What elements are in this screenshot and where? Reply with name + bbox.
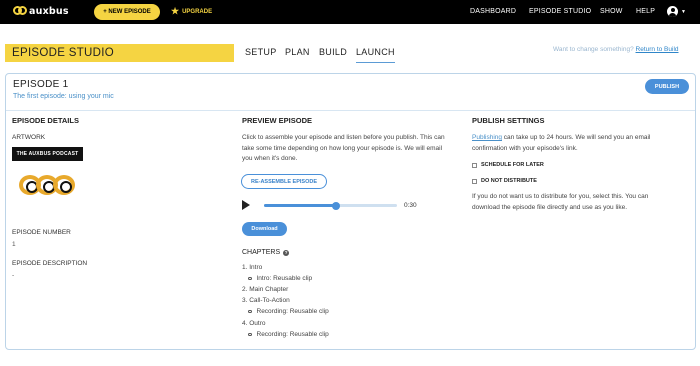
chapter-clip: Intro: Reusable clip xyxy=(248,275,312,282)
chapters-heading: CHAPTERS ? xyxy=(242,249,290,256)
chapter-item: 2. Main Chapter xyxy=(242,286,289,293)
checkbox-box[interactable] xyxy=(472,178,477,184)
play-icon[interactable] xyxy=(242,200,250,210)
preview-text-line: take some time depending on how long you… xyxy=(242,144,443,152)
chapter-clip-label: Recording: Reusable clip xyxy=(256,331,329,338)
episode-studio-title: EPISODE STUDIO xyxy=(5,44,234,62)
preview-text-line: you when it's done. xyxy=(242,155,298,162)
schedule-for-later-label: SCHEDULE FOR LATER xyxy=(481,162,544,168)
logo-rings-icon xyxy=(13,5,27,17)
publish-text-line: confirmation with your episode's link. xyxy=(472,144,578,152)
download-button[interactable]: Download xyxy=(242,222,287,236)
episode-title: EPISODE 1 xyxy=(13,79,69,90)
bullet-icon xyxy=(248,332,252,337)
return-to-build-link[interactable]: Return to Build xyxy=(636,46,679,53)
nav-help[interactable]: HELP xyxy=(636,8,655,15)
chapters-label: CHAPTERS xyxy=(242,249,281,256)
upgrade-link[interactable]: ★ UPGRADE xyxy=(171,7,212,16)
publish-settings-heading: PUBLISH SETTINGS xyxy=(472,116,545,125)
chapter-clip: Recording: Reusable clip xyxy=(248,308,329,315)
preview-text-line: Click to assemble your episode and liste… xyxy=(242,134,445,141)
tab-setup[interactable]: SETUP xyxy=(245,47,277,57)
auxbus-logo[interactable]: auxbus xyxy=(13,5,69,17)
upgrade-label: UPGRADE xyxy=(182,8,213,15)
tab-launch[interactable]: LAUNCH xyxy=(356,47,395,63)
distribute-note-line: If you do not want us to distribute for … xyxy=(472,193,649,200)
preview-episode-heading: PREVIEW EPISODE xyxy=(242,116,313,125)
episode-details-heading: EPISODE DETAILS xyxy=(12,116,79,125)
new-episode-button[interactable]: + NEW EPISODE xyxy=(94,4,160,20)
reassemble-episode-button[interactable]: RE-ASSEMBLE EPISODE xyxy=(241,174,327,189)
episode-description-label: EPISODE DESCRIPTION xyxy=(12,260,88,267)
chapter-clip-label: Recording: Reusable clip xyxy=(256,308,329,315)
episode-description-value: - xyxy=(12,272,15,279)
top-navigation-bar: auxbus + NEW EPISODE ★ UPGRADE DASHBOARD… xyxy=(0,0,700,24)
chapter-item: 3. Call-To-Action xyxy=(242,297,290,304)
tab-plan[interactable]: PLAN xyxy=(285,47,310,57)
artwork-title: THE AUXBUS PODCAST xyxy=(12,147,83,161)
chapter-clip: Recording: Reusable clip xyxy=(248,331,329,338)
audio-progress-fill xyxy=(264,204,336,207)
chapter-clip-label: Intro: Reusable clip xyxy=(256,275,313,282)
do-not-distribute-label: DO NOT DISTRIBUTE xyxy=(481,178,537,184)
change-prompt-text: Want to change something? xyxy=(553,46,634,53)
star-icon: ★ xyxy=(171,6,180,16)
caret-down-icon: ▼ xyxy=(681,8,686,15)
episode-number-label: EPISODE NUMBER xyxy=(12,229,71,236)
publish-description: Publishing can take up to 24 hours. We w… xyxy=(472,133,694,154)
episode-number-value: 1 xyxy=(12,241,16,248)
episode-artwork: THE AUXBUS PODCAST xyxy=(12,147,83,215)
user-avatar-icon xyxy=(667,6,678,17)
artwork-rings-icon xyxy=(19,175,76,195)
distribute-note-line: download the episode file directly and u… xyxy=(472,203,628,211)
checkbox-box[interactable] xyxy=(472,162,477,168)
do-not-distribute-checkbox[interactable]: DO NOT DISTRIBUTE xyxy=(472,178,537,184)
publish-text: can take up to 24 hours. We will send yo… xyxy=(502,134,651,141)
nav-dashboard[interactable]: DASHBOARD xyxy=(470,8,516,15)
preview-description: Click to assemble your episode and liste… xyxy=(242,133,464,165)
chapter-item: 1. Intro xyxy=(242,264,263,271)
nav-episode-studio[interactable]: EPISODE STUDIO xyxy=(529,8,591,15)
schedule-for-later-checkbox[interactable]: SCHEDULE FOR LATER xyxy=(472,162,544,168)
audio-progress-bar[interactable] xyxy=(264,201,397,210)
change-prompt: Want to change something? Return to Buil… xyxy=(553,46,679,53)
audio-time: 0:30 xyxy=(404,202,417,209)
distribute-note: If you do not want us to distribute for … xyxy=(472,192,694,213)
publishing-link[interactable]: Publishing xyxy=(472,134,502,141)
nav-show[interactable]: SHOW xyxy=(600,8,623,15)
episode-header: EPISODE 1 The first episode: using your … xyxy=(6,74,695,111)
bullet-icon xyxy=(248,276,252,281)
help-icon[interactable]: ? xyxy=(283,249,290,256)
artwork-label: ARTWORK xyxy=(12,134,46,141)
publish-text-line: Publishing can take up to 24 hours. We w… xyxy=(472,133,694,144)
chapter-item: 4. Outro xyxy=(242,320,266,327)
audio-progress-handle[interactable] xyxy=(331,201,340,210)
episode-subtitle: The first episode: using your mic xyxy=(13,93,114,100)
user-menu[interactable]: ▼ xyxy=(667,6,686,17)
publish-button[interactable]: PUBLISH xyxy=(645,79,689,94)
bullet-icon xyxy=(248,309,252,314)
tab-build[interactable]: BUILD xyxy=(319,47,347,57)
logo-text: auxbus xyxy=(29,5,69,17)
